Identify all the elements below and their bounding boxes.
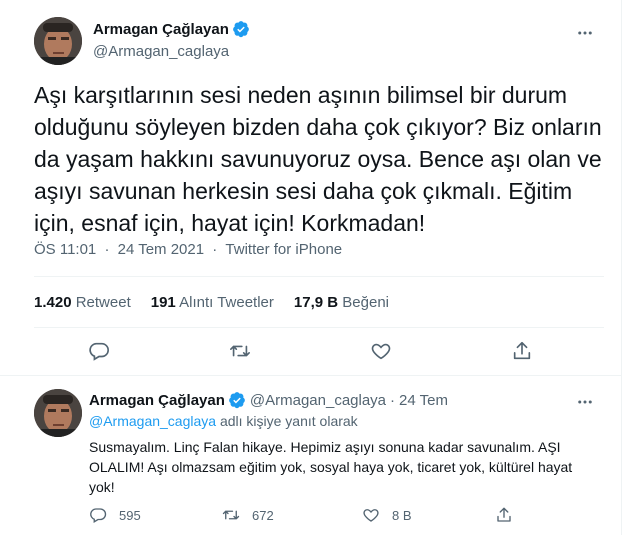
reply-date[interactable]: 24 Tem xyxy=(399,392,448,409)
likes-count: 17,9 B xyxy=(293,294,339,311)
tweet-meta: ÖS 11:01 · 24 Tem 2021 · Twitter for iPh… xyxy=(34,241,342,258)
reply-text: Susmayalım. Linç Falan hikaye. Hepimiz a… xyxy=(89,439,573,495)
retweets-label: Retweet xyxy=(75,294,131,311)
share-button[interactable] xyxy=(495,506,513,524)
retweet-button[interactable]: 672 xyxy=(222,506,274,524)
reply-count: 595 xyxy=(119,507,141,523)
share-icon xyxy=(511,340,533,362)
reply-author-handle[interactable]: @Armagan_caglaya xyxy=(250,392,386,409)
divider xyxy=(34,327,604,328)
avatar-image xyxy=(34,389,82,437)
reply-author-name[interactable]: Armagan Çağlayan xyxy=(89,392,225,409)
likes-stat[interactable]: 17,9 B Beğeni xyxy=(294,294,389,311)
quotes-count: 191 xyxy=(150,294,176,311)
retweet-icon xyxy=(222,506,240,524)
tweet-date[interactable]: 24 Tem 2021 xyxy=(118,241,204,258)
meta-separator: · xyxy=(390,391,396,409)
author-handle[interactable]: @Armagan_caglaya xyxy=(93,43,229,60)
retweet-button[interactable] xyxy=(229,340,251,362)
avatar-image xyxy=(34,17,82,65)
more-options-icon[interactable] xyxy=(570,391,600,413)
author-row: Armagan Çağlayan xyxy=(93,20,250,38)
heart-icon xyxy=(370,340,392,362)
like-count: 8 B xyxy=(392,507,412,523)
meta-separator: · xyxy=(212,241,218,258)
replying-to: @Armagan_caglaya adlı kişiye yanıt olara… xyxy=(89,413,358,429)
replying-to-handle[interactable]: @Armagan_caglaya xyxy=(89,413,216,429)
reply-author-row: Armagan Çağlayan @Armagan_caglaya · 24 T… xyxy=(89,391,448,409)
reply-icon xyxy=(88,340,110,362)
retweet-count: 672 xyxy=(252,507,274,523)
quotes-stat[interactable]: 191 Alıntı Tweetler xyxy=(151,294,274,311)
like-button[interactable] xyxy=(370,340,392,362)
tweet-time[interactable]: ÖS 11:01 xyxy=(34,241,96,258)
likes-label: Beğeni xyxy=(342,294,389,311)
tweet-stats: 1.420 Retweet 191 Alıntı Tweetler 17,9 B… xyxy=(34,294,409,311)
quotes-label: Alıntı Tweetler xyxy=(179,294,274,311)
share-icon xyxy=(495,506,513,524)
avatar[interactable] xyxy=(34,17,82,65)
retweets-stat[interactable]: 1.420 Retweet xyxy=(34,294,131,311)
reply-button[interactable]: 595 xyxy=(89,506,141,524)
author-name[interactable]: Armagan Çağlayan xyxy=(93,21,229,38)
meta-separator: · xyxy=(104,241,110,258)
replying-to-label: adlı kişiye yanıt olarak xyxy=(219,413,358,429)
reply-button[interactable] xyxy=(88,340,110,362)
like-button[interactable]: 8 B xyxy=(362,506,412,524)
retweet-icon xyxy=(229,340,251,362)
verified-badge-icon xyxy=(232,20,250,38)
tweet-detail-view: Armagan Çağlayan @Armagan_caglaya Aşı ka… xyxy=(0,0,622,535)
divider xyxy=(0,375,622,376)
tweet-text: Aşı karşıtlarının sesi neden aşının bili… xyxy=(34,82,602,236)
more-options-icon[interactable] xyxy=(570,22,600,44)
retweets-count: 1.420 xyxy=(34,294,72,311)
verified-badge-icon xyxy=(228,391,246,409)
reply-icon xyxy=(89,506,107,524)
heart-icon xyxy=(362,506,380,524)
share-button[interactable] xyxy=(511,340,533,362)
avatar[interactable] xyxy=(34,389,82,437)
tweet-source[interactable]: Twitter for iPhone xyxy=(225,241,342,258)
divider xyxy=(34,276,604,277)
